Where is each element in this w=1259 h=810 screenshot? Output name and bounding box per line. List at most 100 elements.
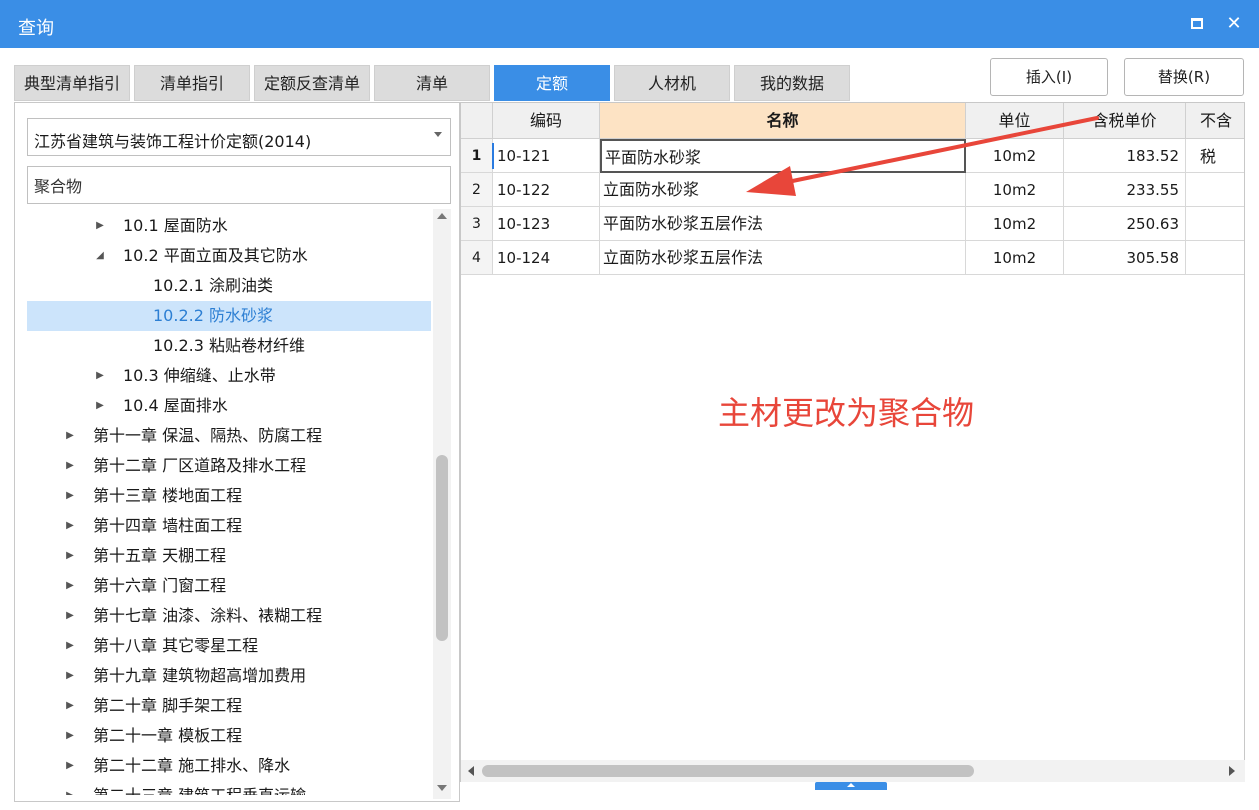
cell-name[interactable]: 立面防水砂浆五层作法 (600, 241, 966, 275)
tree-node[interactable]: ▶ 10.1 屋面防水 (27, 211, 431, 241)
tree-node[interactable]: 10.2.3 粘贴卷材纤维 (27, 331, 431, 361)
tab-quota-reverse-bill[interactable]: 定额反查清单 (254, 65, 370, 101)
tree-node[interactable]: ▶ 第十一章 保温、隔热、防腐工程 (27, 421, 431, 451)
cell-unit[interactable]: 10m2 (966, 173, 1064, 207)
tab-bill-guide[interactable]: 清单指引 (134, 65, 250, 101)
tree-node[interactable]: ▶ 10.4 屋面排水 (27, 391, 431, 421)
expand-icon[interactable]: ▶ (63, 571, 77, 601)
tree-node[interactable]: ▶ 第十二章 厂区道路及排水工程 (27, 451, 431, 481)
tab-labor-material-machine[interactable]: 人材机 (614, 65, 730, 101)
column-header-pretax-price[interactable]: 不含税 (1186, 103, 1244, 166)
expand-icon[interactable]: ▶ (63, 781, 77, 795)
close-icon: ✕ (1226, 13, 1242, 34)
tree-node[interactable]: ▶ 第十四章 墙柱面工程 (27, 511, 431, 541)
cell-pretax-price[interactable] (1186, 173, 1244, 207)
tree-node[interactable]: ▶ 第十九章 建筑物超高增加费用 (27, 661, 431, 691)
tree-node[interactable]: ▶ 第二十一章 模板工程 (27, 721, 431, 751)
table-horizontal-scrollbar[interactable] (461, 760, 1245, 782)
tree-node-label: 10.4 屋面排水 (123, 396, 228, 415)
expand-icon[interactable]: ▶ (63, 751, 77, 781)
scroll-left-icon[interactable] (468, 766, 474, 776)
search-input[interactable] (27, 166, 451, 204)
tab-my-data[interactable]: 我的数据 (734, 65, 850, 101)
expand-icon[interactable]: ▶ (93, 361, 107, 391)
tab-bill[interactable]: 清单 (374, 65, 490, 101)
row-number: 3 (461, 207, 493, 241)
tree-scrollbar[interactable] (433, 209, 451, 799)
tree-node[interactable]: ▶ 第十三章 楼地面工程 (27, 481, 431, 511)
window-title: 查询 (18, 18, 54, 39)
replace-button[interactable]: 替换(R) (1124, 58, 1244, 96)
column-header-tax-price[interactable]: 含税单价 (1064, 103, 1186, 139)
tree-node-label: 10.2 平面立面及其它防水 (123, 246, 308, 265)
scroll-right-icon[interactable] (1229, 766, 1235, 776)
tree-node-label: 第二十章 脚手架工程 (93, 696, 243, 715)
tree-node-label: 第十八章 其它零星工程 (93, 636, 259, 655)
cell-tax-price[interactable]: 250.63 (1064, 207, 1186, 241)
tree-node[interactable]: ▶ 第十七章 油漆、涂料、裱糊工程 (27, 601, 431, 631)
tab-quota[interactable]: 定额 (494, 65, 610, 101)
expand-icon[interactable]: ▶ (63, 421, 77, 451)
cell-pretax-price[interactable] (1186, 207, 1244, 241)
maximize-icon (1191, 18, 1203, 29)
cell-unit[interactable]: 10m2 (966, 207, 1064, 241)
title-bar: 查询 ✕ (0, 0, 1259, 48)
tree-node[interactable]: ▶ 第二十三章 建筑工程垂直运输 (27, 781, 431, 795)
insert-button[interactable]: 插入(I) (990, 58, 1108, 96)
expand-icon[interactable]: ▶ (63, 601, 77, 631)
expand-icon[interactable]: ▶ (93, 211, 107, 241)
tree-node-label: 第二十三章 建筑工程垂直运输 (93, 781, 306, 795)
cell-name[interactable]: 立面防水砂浆 (600, 173, 966, 207)
scroll-down-icon[interactable] (437, 785, 447, 791)
cell-code[interactable]: 10-123 (493, 207, 600, 241)
tree-node[interactable]: ▶ 第十八章 其它零星工程 (27, 631, 431, 661)
expand-icon[interactable]: ▶ (63, 511, 77, 541)
library-select[interactable]: 江苏省建筑与装饰工程计价定额(2014) (27, 118, 451, 156)
tree-node-label: 10.2.1 涂刷油类 (153, 276, 273, 295)
expand-icon[interactable]: ▶ (63, 481, 77, 511)
library-select-value: 江苏省建筑与装饰工程计价定额(2014) (34, 132, 312, 151)
cell-unit[interactable]: 10m2 (966, 139, 1064, 173)
column-header-name[interactable]: 名称 (600, 103, 966, 139)
scrollbar-thumb[interactable] (436, 455, 448, 641)
close-button[interactable]: ✕ (1222, 12, 1246, 36)
tree-node[interactable]: 10.2.1 涂刷油类 (27, 271, 431, 301)
row-number-header (461, 103, 493, 139)
cell-name[interactable]: 平面防水砂浆 (600, 139, 966, 173)
cell-tax-price[interactable]: 183.52 (1064, 139, 1186, 173)
cell-pretax-price[interactable] (1186, 241, 1244, 275)
expand-icon[interactable]: ▶ (63, 691, 77, 721)
expand-icon[interactable]: ▶ (63, 541, 77, 571)
tree-node-selected[interactable]: 10.2.2 防水砂浆 (27, 301, 431, 331)
column-header-code[interactable]: 编码 (493, 103, 600, 139)
tree-node[interactable]: ▶ 第二十章 脚手架工程 (27, 691, 431, 721)
column-header-unit[interactable]: 单位 (966, 103, 1064, 139)
tree-node-label: 10.2.2 防水砂浆 (153, 306, 273, 325)
scroll-up-icon[interactable] (437, 213, 447, 219)
maximize-button[interactable] (1185, 12, 1209, 36)
expand-icon[interactable]: ▶ (63, 631, 77, 661)
tree-node[interactable]: ▶ 第十五章 天棚工程 (27, 541, 431, 571)
cell-pretax-price[interactable] (1186, 139, 1244, 173)
chevron-up-icon (847, 783, 855, 787)
cell-tax-price[interactable]: 233.55 (1064, 173, 1186, 207)
scrollbar-thumb[interactable] (482, 765, 974, 777)
expand-icon[interactable]: ▶ (93, 391, 107, 421)
panel-splitter-handle[interactable] (815, 782, 887, 790)
expand-icon[interactable]: ▶ (63, 451, 77, 481)
cell-code[interactable]: 10-121 (493, 139, 600, 173)
cell-tax-price[interactable]: 305.58 (1064, 241, 1186, 275)
cell-name[interactable]: 平面防水砂浆五层作法 (600, 207, 966, 241)
cell-code[interactable]: 10-124 (493, 241, 600, 275)
expand-icon[interactable]: ▶ (63, 661, 77, 691)
expand-icon[interactable]: ▶ (63, 721, 77, 751)
cell-unit[interactable]: 10m2 (966, 241, 1064, 275)
chevron-down-icon (434, 132, 442, 137)
tree-node[interactable]: ▶ 第二十二章 施工排水、降水 (27, 751, 431, 781)
tree-node[interactable]: ▶ 第十六章 门窗工程 (27, 571, 431, 601)
tree-node[interactable]: ◢ 10.2 平面立面及其它防水 (27, 241, 431, 271)
tree-node[interactable]: ▶ 10.3 伸缩缝、止水带 (27, 361, 431, 391)
cell-code[interactable]: 10-122 (493, 173, 600, 207)
tab-typical-bill-guide[interactable]: 典型清单指引 (14, 65, 130, 101)
collapse-icon[interactable]: ◢ (93, 241, 107, 271)
